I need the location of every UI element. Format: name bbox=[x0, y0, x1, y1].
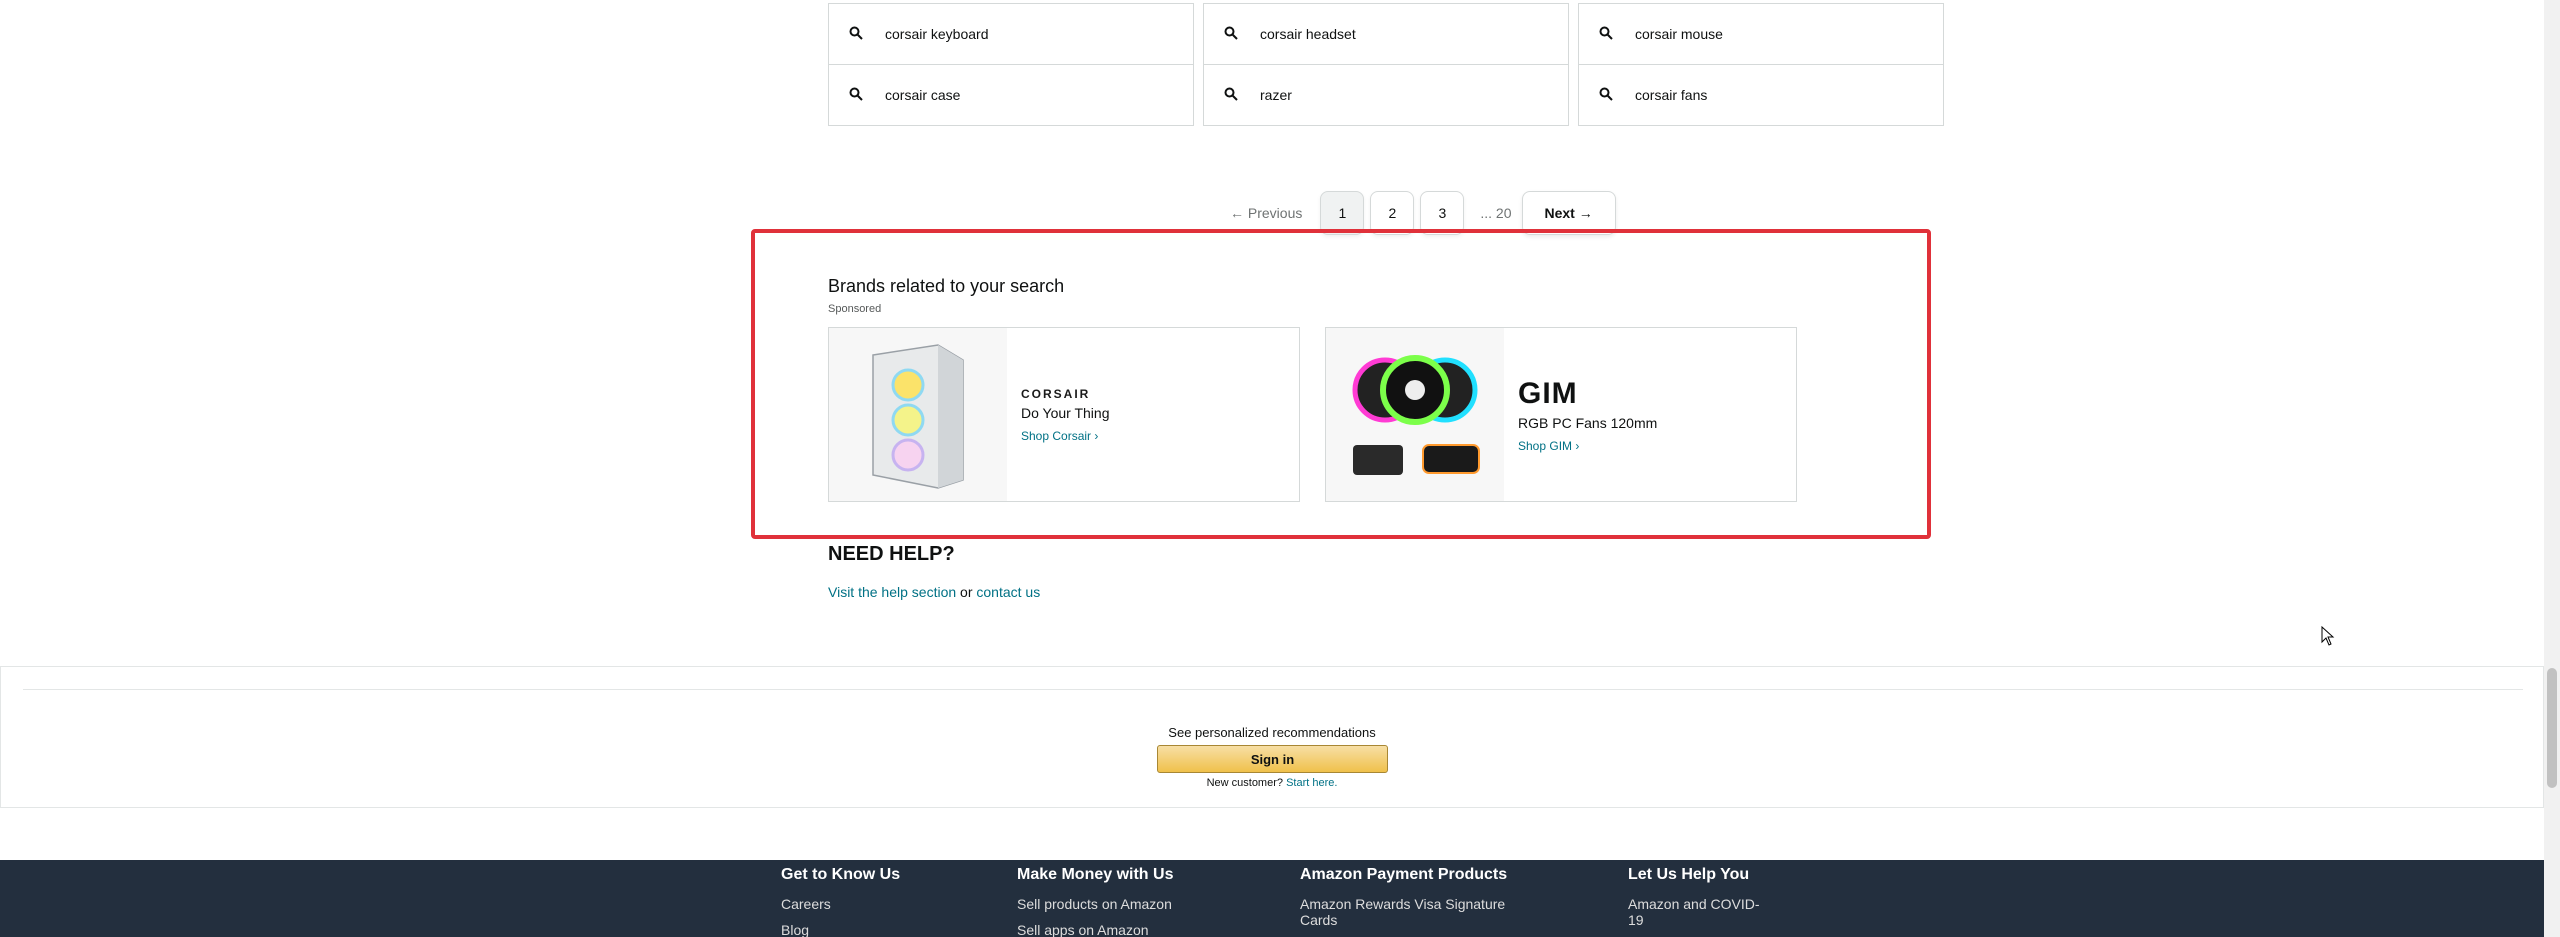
footer-column-make-money: Make Money with Us Sell products on Amaz… bbox=[1017, 866, 1173, 937]
footer-link-rewards-visa[interactable]: Amazon Rewards Visa Signature Cards bbox=[1300, 896, 1530, 928]
rgb-fans-image bbox=[1352, 354, 1480, 475]
related-search-item[interactable]: corsair case bbox=[828, 64, 1194, 126]
footer-column-title: Make Money with Us bbox=[1017, 866, 1174, 883]
footer-link-careers[interactable]: Careers bbox=[781, 896, 900, 912]
gim-logo: GIM bbox=[1518, 376, 1578, 410]
sponsored-label: Sponsored bbox=[828, 303, 882, 315]
start-here-link[interactable]: Start here. bbox=[1286, 777, 1337, 789]
mouse-cursor-icon bbox=[2321, 626, 2335, 646]
related-search-item[interactable]: corsair keyboard bbox=[828, 3, 1194, 65]
footer-link-blog[interactable]: Blog bbox=[781, 922, 900, 937]
search-icon bbox=[1599, 26, 1615, 42]
brand-card-gim[interactable]: GIM RGB PC Fans 120mm Shop GIM › bbox=[1325, 327, 1797, 502]
pc-case-image bbox=[872, 343, 964, 489]
page-last-link[interactable]: ... 20 bbox=[1470, 205, 1521, 221]
footer-column-help: Let Us Help You Amazon and COVID-19 bbox=[1628, 866, 1768, 937]
help-or-text: or bbox=[956, 584, 977, 600]
search-results-page: corsair keyboard corsair headset corsair… bbox=[0, 0, 2560, 937]
help-section-link[interactable]: Visit the help section bbox=[828, 584, 956, 600]
brand-tagline: RGB PC Fans 120mm bbox=[1518, 414, 1658, 431]
need-help-heading: NEED HELP? bbox=[828, 543, 955, 565]
related-search-item[interactable]: corsair headset bbox=[1203, 3, 1569, 65]
page-scrollbar[interactable] bbox=[2544, 0, 2560, 937]
related-search-label: corsair keyboard bbox=[885, 26, 989, 42]
related-search-item[interactable]: razer bbox=[1203, 64, 1569, 126]
brand-tagline: Do Your Thing bbox=[1021, 404, 1110, 421]
related-searches: corsair keyboard corsair headset corsair… bbox=[828, 3, 1944, 126]
search-icon bbox=[1224, 87, 1240, 103]
previous-page-link[interactable]: ← Previous bbox=[1220, 205, 1320, 221]
new-customer-text: New customer? bbox=[1206, 777, 1287, 789]
gim-product-image[interactable] bbox=[1326, 328, 1504, 501]
search-icon bbox=[1599, 87, 1615, 103]
related-search-label: corsair fans bbox=[1635, 87, 1708, 103]
divider bbox=[23, 689, 2523, 690]
help-line: Visit the help section or contact us bbox=[828, 584, 1040, 600]
related-search-item[interactable]: corsair mouse bbox=[1578, 3, 1944, 65]
search-icon bbox=[849, 87, 865, 103]
related-search-label: corsair headset bbox=[1260, 26, 1356, 42]
footer-column-payment-products: Amazon Payment Products Amazon Rewards V… bbox=[1300, 866, 1530, 937]
footer-link-covid[interactable]: Amazon and COVID-19 bbox=[1628, 896, 1768, 928]
sign-in-button[interactable]: Sign in bbox=[1157, 745, 1388, 773]
footer: Get to Know Us Careers Blog Make Money w… bbox=[0, 860, 2544, 937]
search-icon bbox=[1224, 26, 1240, 42]
new-customer-line: New customer? Start here. bbox=[1, 777, 2543, 789]
shop-gim-link[interactable]: Shop GIM › bbox=[1518, 439, 1657, 453]
footer-link-sell-products[interactable]: Sell products on Amazon bbox=[1017, 896, 1173, 912]
footer-link-sell-apps[interactable]: Sell apps on Amazon bbox=[1017, 922, 1173, 937]
brand-card-corsair[interactable]: CORSAIR Do Your Thing Shop Corsair › bbox=[828, 327, 1300, 502]
related-search-label: razer bbox=[1260, 87, 1292, 103]
search-icon bbox=[849, 26, 865, 42]
footer-column-title: Let Us Help You bbox=[1628, 866, 1750, 883]
footer-column-title: Amazon Payment Products bbox=[1300, 866, 1508, 883]
footer-column-get-to-know-us: Get to Know Us Careers Blog bbox=[781, 866, 900, 937]
corsair-logo: CORSAIR bbox=[1021, 386, 1091, 401]
signin-recommendations: See personalized recommendations Sign in… bbox=[0, 666, 2544, 808]
corsair-product-image[interactable] bbox=[829, 328, 1007, 501]
brands-section-title: Brands related to your search bbox=[828, 276, 1065, 296]
scrollbar-thumb[interactable] bbox=[2547, 668, 2557, 788]
contact-us-link[interactable]: contact us bbox=[976, 584, 1040, 600]
footer-column-title: Get to Know Us bbox=[781, 866, 901, 883]
related-search-label: corsair case bbox=[885, 87, 961, 103]
related-search-item[interactable]: corsair fans bbox=[1578, 64, 1944, 126]
shop-corsair-link[interactable]: Shop Corsair › bbox=[1021, 429, 1109, 443]
recommendations-prompt: See personalized recommendations bbox=[1168, 725, 1376, 740]
related-search-label: corsair mouse bbox=[1635, 26, 1723, 42]
